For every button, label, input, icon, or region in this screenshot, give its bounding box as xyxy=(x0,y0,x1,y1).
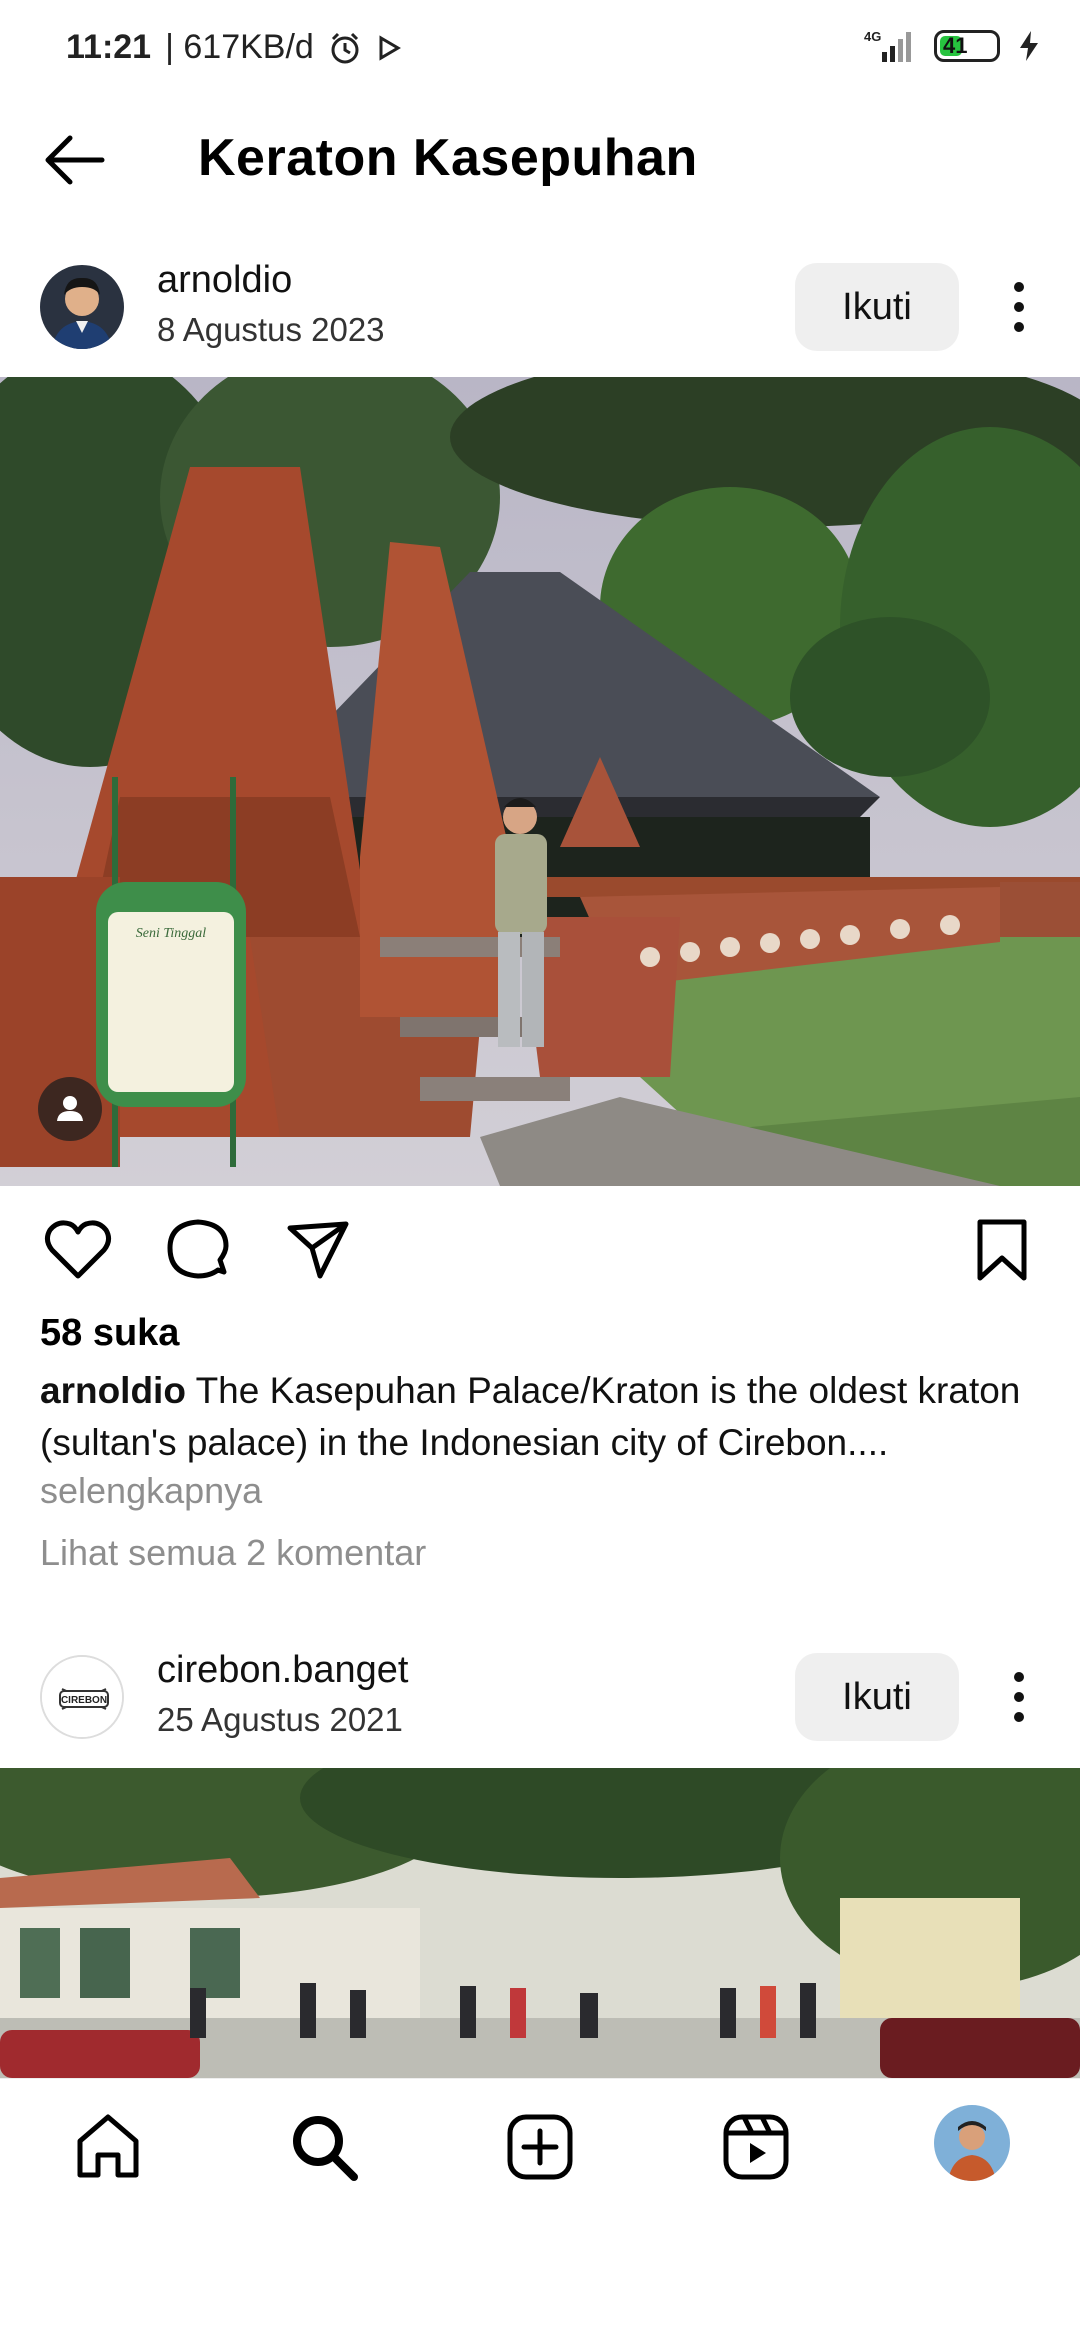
follow-button[interactable]: Ikuti xyxy=(795,263,959,351)
comment-bubble-icon xyxy=(167,1219,229,1279)
reels-icon xyxy=(723,2114,789,2180)
more-options-button-2[interactable] xyxy=(995,1661,1043,1733)
palace-photo: Seni Tinggal xyxy=(0,377,1080,1186)
save-button[interactable] xyxy=(966,1214,1038,1286)
status-left: 11:21 | 617KB/d xyxy=(66,28,402,67)
share-button[interactable] xyxy=(282,1214,354,1286)
nav-home[interactable] xyxy=(70,2109,146,2185)
see-more-link[interactable]: selengkapnya xyxy=(40,1470,262,1512)
view-comments-link[interactable]: Lihat semua 2 komentar xyxy=(40,1532,426,1574)
network-type: 4G xyxy=(864,29,881,44)
street-photo xyxy=(0,1768,1080,2078)
battery-level: 41 xyxy=(943,33,968,58)
status-right: 4G 41 xyxy=(860,28,1040,64)
status-data-rate: | 617KB/d xyxy=(165,28,314,66)
home-icon xyxy=(77,2114,139,2178)
bottom-navigation xyxy=(0,2078,1080,2208)
send-icon xyxy=(287,1221,349,1279)
more-vertical-icon xyxy=(1014,282,1024,332)
nav-profile-avatar[interactable] xyxy=(934,2105,1010,2181)
avatar-2[interactable]: CIREBON xyxy=(40,1655,124,1739)
status-time: 11:21 xyxy=(66,28,152,66)
alarm-icon xyxy=(331,32,359,63)
charging-icon xyxy=(1020,31,1038,61)
post-date: 8 Agustus 2023 xyxy=(157,311,385,348)
more-options-button[interactable] xyxy=(995,271,1043,343)
tagged-users-button[interactable] xyxy=(38,1077,102,1141)
comment-button[interactable] xyxy=(162,1214,234,1286)
bookmark-icon xyxy=(977,1219,1027,1281)
post-image-2[interactable] xyxy=(0,1768,1080,2078)
caption-text: The Kasepuhan Palace/Kraton is the oldes… xyxy=(40,1370,1021,1463)
avatar[interactable] xyxy=(40,265,124,349)
signal-icon: 4G xyxy=(864,29,911,62)
caption-username[interactable]: arnoldio xyxy=(40,1370,186,1411)
follow-button-2[interactable]: Ikuti xyxy=(795,1653,959,1741)
post-header: arnoldio 8 Agustus 2023 Ikuti xyxy=(0,245,1080,375)
post-caption: arnoldio The Kasepuhan Palace/Kraton is … xyxy=(40,1365,1050,1469)
nav-reels[interactable] xyxy=(718,2109,794,2185)
heart-icon xyxy=(44,1220,112,1279)
like-button[interactable] xyxy=(42,1214,114,1286)
post-actions xyxy=(0,1200,1080,1300)
post-date-2: 25 Agustus 2021 xyxy=(157,1701,403,1738)
search-icon xyxy=(293,2116,358,2181)
plus-square-icon xyxy=(507,2114,573,2180)
avatar-2-text: CIREBON xyxy=(61,1695,107,1706)
sign-text: Seni Tinggal xyxy=(136,926,207,941)
back-button[interactable] xyxy=(40,130,110,190)
likes-count[interactable]: 58 suka xyxy=(40,1312,179,1355)
nav-create[interactable] xyxy=(502,2109,578,2185)
post-username-2[interactable]: cirebon.banget xyxy=(157,1649,408,1692)
battery-indicator: 41 xyxy=(934,30,1000,62)
post-image[interactable]: Seni Tinggal xyxy=(0,377,1080,1186)
post-header-2: CIREBON cirebon.banget 25 Agustus 2021 I… xyxy=(0,1635,1080,1765)
play-store-icon xyxy=(379,34,401,61)
top-app-bar: Keraton Kasepuhan xyxy=(0,110,1080,210)
page-title: Keraton Kasepuhan xyxy=(198,129,698,187)
nav-search[interactable] xyxy=(286,2109,362,2185)
user-tag-icon xyxy=(57,1096,83,1121)
status-bar: 11:21 | 617KB/d 4G 41 xyxy=(0,0,1080,100)
arrow-left-icon xyxy=(45,135,105,185)
more-vertical-icon xyxy=(1014,1672,1024,1722)
post-username[interactable]: arnoldio xyxy=(157,259,292,302)
